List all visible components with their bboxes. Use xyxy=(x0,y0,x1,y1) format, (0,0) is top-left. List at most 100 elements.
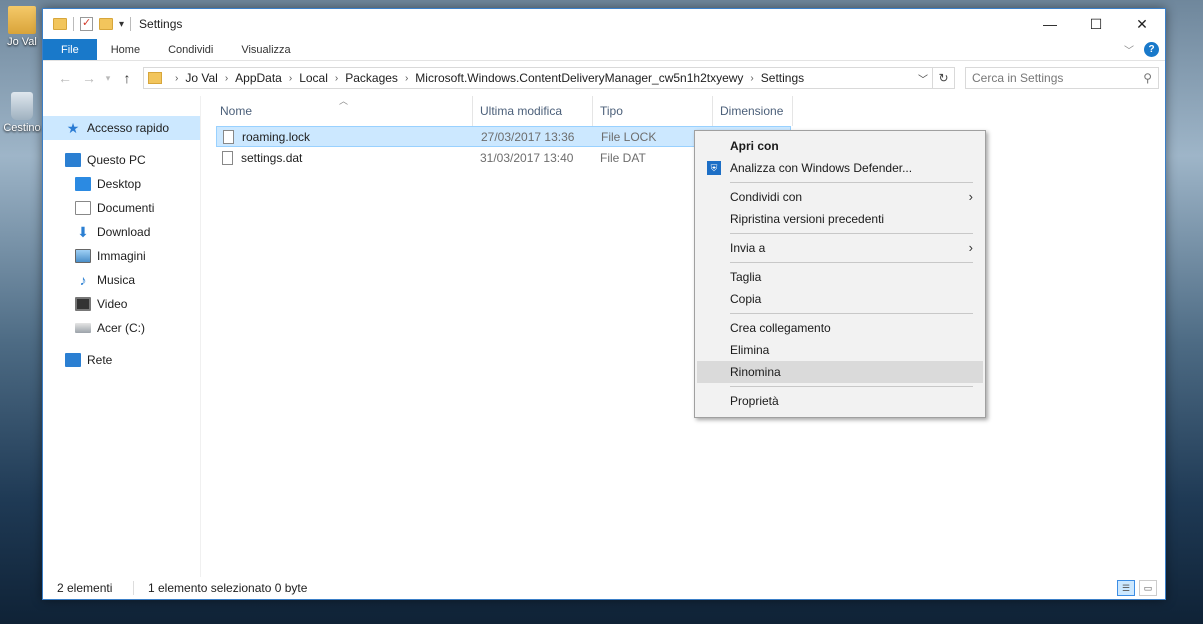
close-button[interactable]: ✕ xyxy=(1119,9,1165,39)
desktop-recycle-bin[interactable]: Cestino xyxy=(0,92,44,134)
file-list-pane: ︿ Nome Ultima modifica Tipo Dimensione r… xyxy=(201,96,1165,577)
address-folder-icon xyxy=(148,72,162,84)
view-switcher: ☰ ▭ xyxy=(1117,580,1157,596)
breadcrumb-item[interactable]: Jo Val xyxy=(185,71,217,85)
search-box[interactable]: Cerca in Settings ⚲ xyxy=(965,67,1159,89)
menu-item-restore-versions[interactable]: Ripristina versioni precedenti xyxy=(697,208,983,230)
sidebar-item-network[interactable]: Rete xyxy=(43,348,200,372)
sidebar-item-documents[interactable]: Documenti xyxy=(43,196,200,220)
item-count: 2 elementi xyxy=(57,581,113,595)
forward-button[interactable]: → xyxy=(77,70,101,86)
large-icons-view-icon[interactable]: ▭ xyxy=(1139,580,1157,596)
sidebar-item-pictures[interactable]: Immagini xyxy=(43,244,200,268)
tab-view[interactable]: Visualizza xyxy=(227,39,304,60)
breadcrumb-separator-icon[interactable]: › xyxy=(225,73,228,84)
menu-item-cut[interactable]: Taglia xyxy=(697,266,983,288)
sidebar-item-label: Video xyxy=(97,297,128,311)
desktop-user-folder[interactable]: Jo Val xyxy=(0,6,44,48)
customize-dropdown-icon[interactable]: ▾ xyxy=(119,19,124,30)
breadcrumb-separator-icon[interactable]: › xyxy=(750,73,753,84)
minimize-button[interactable]: — xyxy=(1027,9,1073,39)
menu-item-properties[interactable]: Proprietà xyxy=(697,390,983,412)
menu-item-send-to[interactable]: Invia a › xyxy=(697,237,983,259)
sidebar-item-label: Rete xyxy=(87,353,113,367)
new-folder-icon[interactable] xyxy=(99,18,113,30)
properties-icon[interactable] xyxy=(80,16,93,31)
file-name: roaming.lock xyxy=(242,129,311,144)
menu-separator xyxy=(730,233,973,234)
tab-home[interactable]: Home xyxy=(97,39,154,60)
file-name: settings.dat xyxy=(241,150,303,165)
sidebar-item-label: Desktop xyxy=(97,177,142,191)
breadcrumb-item[interactable]: AppData xyxy=(235,71,282,85)
tab-file[interactable]: File xyxy=(43,39,97,60)
menu-separator xyxy=(730,386,973,387)
context-menu: Apri con ⛨ Analizza con Windows Defender… xyxy=(694,130,986,418)
expand-ribbon-icon[interactable]: ﹀ xyxy=(1124,42,1134,57)
back-button[interactable]: ← xyxy=(53,70,77,86)
column-size[interactable]: Dimensione xyxy=(713,96,793,126)
sidebar-item-this-pc[interactable]: Questo PC xyxy=(43,148,200,172)
file-row[interactable]: settings.dat 31/03/2017 13:40 File DAT xyxy=(216,147,1165,168)
sidebar-item-label: Download xyxy=(97,225,151,239)
breadcrumb-item[interactable]: Microsoft.Windows.ContentDeliveryManager… xyxy=(415,71,743,85)
address-dropdown-icon[interactable]: ﹀ xyxy=(918,71,928,86)
breadcrumb-separator-icon[interactable]: › xyxy=(335,73,338,84)
navigation-bar: ← → ▾ ↑ › Jo Val › AppData › Local › Pac… xyxy=(43,61,1165,95)
column-date-modified[interactable]: Ultima modifica xyxy=(473,96,593,126)
breadcrumb: › Jo Val › AppData › Local › Packages › … xyxy=(168,71,804,85)
explorer-body: ★ Accesso rapido Questo PC Desktop Docum… xyxy=(43,96,1165,577)
menu-item-open-with[interactable]: Apri con xyxy=(697,135,983,157)
breadcrumb-item[interactable]: Settings xyxy=(761,71,804,85)
menu-item-label: Condividi con xyxy=(730,190,803,204)
refresh-button[interactable]: ↻ xyxy=(933,67,955,89)
recent-locations-icon[interactable]: ▾ xyxy=(101,73,115,84)
drive-icon xyxy=(75,323,91,333)
menu-item-delete[interactable]: Elimina xyxy=(697,339,983,361)
sort-ascending-icon: ︿ xyxy=(339,96,349,106)
ribbon-right-controls: ﹀ ? xyxy=(1124,42,1159,57)
menu-item-create-shortcut[interactable]: Crea collegamento xyxy=(697,317,983,339)
sidebar-item-downloads[interactable]: ⬇ Download xyxy=(43,220,200,244)
help-icon[interactable]: ? xyxy=(1144,42,1159,57)
breadcrumb-item[interactable]: Local xyxy=(299,71,328,85)
breadcrumb-separator-icon[interactable]: › xyxy=(289,73,292,84)
star-icon: ★ xyxy=(66,120,80,136)
menu-item-rename[interactable]: Rinomina xyxy=(697,361,983,383)
breadcrumb-separator-icon: › xyxy=(175,72,179,84)
maximize-button[interactable]: ☐ xyxy=(1073,9,1119,39)
desktop-user-label: Jo Val xyxy=(7,36,37,48)
sidebar-item-label: Documenti xyxy=(97,201,155,215)
recycle-bin-icon xyxy=(11,92,33,120)
file-icon xyxy=(223,129,234,144)
search-placeholder: Cerca in Settings xyxy=(972,71,1064,85)
folder-icon xyxy=(53,18,67,30)
tab-share[interactable]: Condividi xyxy=(154,39,227,60)
network-icon xyxy=(65,353,81,367)
sidebar-item-videos[interactable]: Video xyxy=(43,292,200,316)
menu-item-copy[interactable]: Copia xyxy=(697,288,983,310)
sidebar-item-drive-c[interactable]: Acer (C:) xyxy=(43,316,200,340)
music-icon: ♪ xyxy=(79,272,87,288)
file-rows: roaming.lock 27/03/2017 13:36 File LOCK … xyxy=(201,126,1165,168)
menu-item-share-with[interactable]: Condividi con › xyxy=(697,186,983,208)
sidebar-item-music[interactable]: ♪ Musica xyxy=(43,268,200,292)
menu-separator xyxy=(730,182,973,183)
breadcrumb-item[interactable]: Packages xyxy=(345,71,398,85)
address-bar[interactable]: › Jo Val › AppData › Local › Packages › … xyxy=(143,67,933,89)
column-type[interactable]: Tipo xyxy=(593,96,713,126)
navigation-pane: ★ Accesso rapido Questo PC Desktop Docum… xyxy=(43,96,201,577)
file-date: 31/03/2017 13:40 xyxy=(480,150,574,165)
menu-item-label: Invia a xyxy=(730,241,766,255)
up-button[interactable]: ↑ xyxy=(115,70,139,86)
column-name[interactable]: Nome xyxy=(201,96,473,126)
menu-separator xyxy=(730,313,973,314)
details-view-icon[interactable]: ☰ xyxy=(1117,580,1135,596)
menu-item-scan-defender[interactable]: ⛨ Analizza con Windows Defender... xyxy=(697,157,983,179)
breadcrumb-separator-icon[interactable]: › xyxy=(405,73,408,84)
sidebar-item-desktop[interactable]: Desktop xyxy=(43,172,200,196)
sidebar-item-quick-access[interactable]: ★ Accesso rapido xyxy=(43,116,200,140)
defender-shield-icon: ⛨ xyxy=(707,161,721,175)
file-date: 27/03/2017 13:36 xyxy=(481,129,575,144)
download-icon: ⬇ xyxy=(77,224,89,240)
